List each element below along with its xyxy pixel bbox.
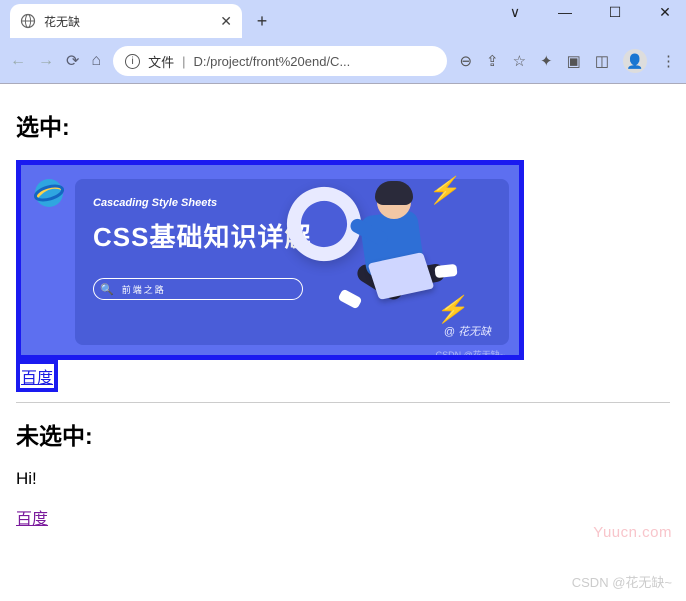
divider	[16, 402, 670, 403]
watermark-yuucn: Yuucn.com	[593, 524, 672, 541]
zoom-out-icon[interactable]: ⊖	[459, 52, 472, 70]
css-banner-image[interactable]: Cascading Style Sheets CSS基础知识详解 🔍 前端之路 …	[21, 165, 519, 355]
selected-link-wrapper: 百度	[16, 360, 58, 392]
sidepanel-icon[interactable]: ◫	[595, 52, 609, 70]
forward-button[interactable]: →	[38, 52, 54, 70]
watermark-csdn: CSDN @花无缺~	[572, 572, 672, 591]
url-path: D:/project/front%20end/C...	[193, 54, 350, 69]
info-icon[interactable]: i	[125, 54, 140, 69]
selected-image-wrapper: Cascading Style Sheets CSS基础知识详解 🔍 前端之路 …	[16, 160, 524, 360]
page-content: 选中: Cascading Style Sheets CSS基础知识详解 🔍 前…	[0, 84, 686, 543]
share-icon[interactable]: ⇪	[486, 52, 499, 70]
reload-button[interactable]: ⟳	[66, 51, 79, 71]
address-bar[interactable]: i 文件 | D:/project/front%20end/C...	[113, 46, 447, 76]
browser-chrome: 花无缺 ✕ + ∨ — ☐ ✕ ← → ⟳ ⌂ i 文件 | D:/projec…	[0, 0, 686, 84]
dropdown-icon[interactable]: ∨	[500, 4, 530, 21]
greeting-text: Hi!	[16, 469, 670, 489]
maximize-icon[interactable]: ☐	[600, 4, 630, 21]
tab-title: 花无缺	[44, 13, 212, 30]
toolbar-icons: ⊖ ⇪ ☆ ✦ ▣ ◫ 👤 ⋮	[459, 49, 676, 73]
person-illustration	[335, 185, 455, 335]
heading-selected: 选中:	[16, 108, 670, 142]
back-button[interactable]: ←	[10, 52, 26, 70]
extensions-icon[interactable]: ✦	[540, 52, 553, 70]
globe-icon	[20, 13, 36, 29]
toolbar: ← → ⟳ ⌂ i 文件 | D:/project/front%20end/C.…	[0, 38, 686, 84]
url-scheme-label: 文件	[148, 52, 174, 71]
window-controls: ∨ — ☐ ✕	[500, 4, 680, 21]
ie-logo-icon	[29, 173, 69, 213]
minimize-icon[interactable]: —	[550, 4, 580, 21]
star-icon[interactable]: ☆	[513, 52, 526, 70]
banner-signature-small: CSDN @花无缺~	[436, 348, 505, 355]
heading-unselected: 未选中:	[16, 417, 670, 451]
home-button[interactable]: ⌂	[91, 52, 101, 70]
new-tab-button[interactable]: +	[248, 7, 276, 35]
baidu-link-selected[interactable]: 百度	[21, 370, 53, 387]
tab-close-icon[interactable]: ✕	[220, 13, 232, 30]
banner-search-text: 前端之路	[122, 283, 166, 296]
banner-search-bar: 🔍 前端之路	[93, 278, 303, 300]
baidu-link-unselected[interactable]: 百度	[16, 511, 48, 528]
menu-icon[interactable]: ⋮	[661, 52, 676, 70]
profile-avatar-icon[interactable]: 👤	[623, 49, 647, 73]
titlebar: 花无缺 ✕ + ∨ — ☐ ✕	[0, 0, 686, 38]
browser-tab[interactable]: 花无缺 ✕	[10, 4, 242, 38]
close-icon[interactable]: ✕	[650, 4, 680, 21]
media-icon[interactable]: ▣	[567, 52, 581, 70]
search-icon: 🔍	[100, 283, 114, 296]
